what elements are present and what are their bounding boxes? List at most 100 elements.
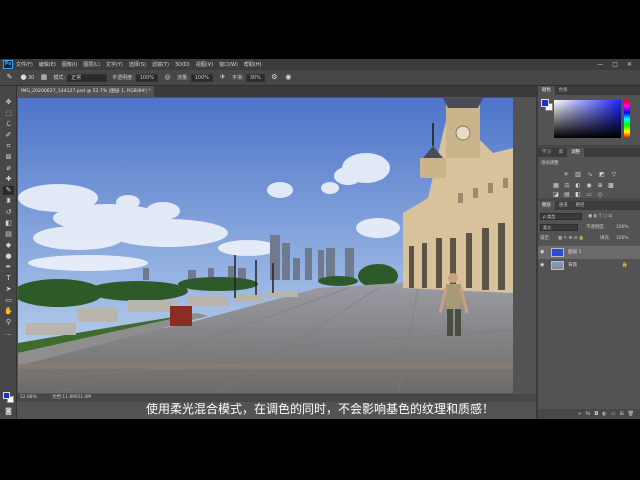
layer-filter-row: ρ 类型 ▣ ◐ T ▢ ⊡ [538, 212, 640, 221]
brightness-icon[interactable]: ☀ [562, 171, 570, 178]
gear-icon[interactable]: ⚙ [270, 73, 279, 82]
right-panels: 颜色 色板 学习 库 调整 添加调整 ☀ ▥ ∿ ◩ ▽ ▦ ⚖ ◐ ◉ ⊕ ▩… [538, 86, 640, 419]
panel-foreground-swatch[interactable] [541, 99, 549, 107]
photo-filter-icon[interactable]: ◉ [585, 182, 593, 189]
flow-group: 流量: 100% [177, 73, 214, 82]
color-lookup-icon[interactable]: ▩ [607, 182, 615, 189]
exposure-icon[interactable]: ◩ [598, 171, 606, 178]
tab-paths[interactable]: 路径 [572, 201, 589, 210]
filter-icons[interactable]: ▣ ◐ T ▢ ⊡ [588, 212, 612, 221]
eraser-tool-icon[interactable]: ◧ [3, 219, 14, 228]
tab-channels[interactable]: 通道 [555, 201, 572, 210]
blend-mode-select[interactable]: 柔光 [540, 224, 578, 231]
tab-adjustments[interactable]: 调整 [567, 148, 584, 157]
visibility-eye-icon[interactable]: ◉ [540, 246, 547, 259]
move-tool-icon[interactable]: ✥ [3, 98, 14, 107]
channel-mixer-icon[interactable]: ⊕ [596, 182, 604, 189]
eyedropper-tool-icon[interactable]: ⌀ [3, 164, 14, 173]
photoshop-logo-icon: Ps [3, 60, 13, 69]
brush-settings-icon[interactable]: ▦ [39, 73, 48, 82]
canvas-area [17, 97, 536, 394]
close-window-button[interactable]: ✕ [627, 61, 632, 68]
document-tab[interactable]: IMG_20200627_144127.psd @ 52.7% (图层 1, R… [17, 86, 154, 97]
tab-libraries[interactable]: 库 [555, 148, 567, 157]
menu-filter[interactable]: 滤镜(T) [152, 61, 169, 68]
brush-size-value: 30 [28, 74, 35, 81]
menu-edit[interactable]: 编辑(E) [39, 61, 56, 68]
posterize-icon[interactable]: ▤ [563, 191, 571, 198]
gradient-map-icon[interactable]: ▭ [585, 191, 593, 198]
levels-icon[interactable]: ▥ [574, 171, 582, 178]
mode-select[interactable]: 正常 [67, 73, 108, 82]
adjustments-panel: 添加调整 ☀ ▥ ∿ ◩ ▽ ▦ ⚖ ◐ ◉ ⊕ ▩ ◪ ▤ ◧ ▭ ◇ [538, 157, 640, 198]
type-tool-icon[interactable]: T [3, 274, 14, 283]
brush-tool-icon[interactable]: ✎ [3, 186, 14, 195]
hand-tool-icon[interactable]: ✋ [3, 307, 14, 316]
layer-row-1[interactable]: ◉ 图层 1 [538, 246, 640, 259]
menu-layer[interactable]: 图层(L) [83, 61, 100, 68]
vibrance-icon[interactable]: ▽ [610, 171, 618, 178]
opacity-field[interactable]: 100% [135, 73, 159, 82]
minimize-button[interactable]: — [597, 61, 603, 68]
menu-type[interactable]: 文字(Y) [106, 61, 123, 68]
lock-fill-row: 锁定: ▦ ✎ ✥ ⊡ 🔒 填充: 100% [538, 234, 640, 243]
smoothing-field[interactable]: 30% [245, 73, 265, 82]
menu-help[interactable]: 帮助(H) [244, 61, 262, 68]
maximize-button[interactable]: □ [612, 61, 618, 68]
menu-3d[interactable]: 3D(D) [175, 62, 190, 68]
path-select-tool-icon[interactable]: ➤ [3, 285, 14, 294]
quick-select-tool-icon[interactable]: ✐ [3, 131, 14, 140]
tab-learn[interactable]: 学习 [538, 148, 555, 157]
visibility-eye-icon[interactable]: ◉ [540, 259, 547, 272]
menu-view[interactable]: 视图(V) [196, 61, 213, 68]
history-brush-tool-icon[interactable]: ↺ [3, 208, 14, 217]
threshold-icon[interactable]: ◧ [574, 191, 582, 198]
kind-filter-select[interactable]: ρ 类型 [540, 213, 582, 220]
clone-stamp-tool-icon[interactable]: ♜ [3, 197, 14, 206]
marquee-tool-icon[interactable]: ⬚ [3, 109, 14, 118]
fill-field[interactable]: 100% [616, 234, 629, 243]
lasso-tool-icon[interactable]: ℒ [3, 120, 14, 129]
dodge-tool-icon[interactable]: ● [3, 252, 14, 261]
selective-color-icon[interactable]: ◇ [596, 191, 604, 198]
zoom-tool-icon[interactable]: ⚲ [3, 318, 14, 327]
pen-tool-icon[interactable]: ✒ [3, 263, 14, 272]
tab-color[interactable]: 颜色 [538, 86, 555, 95]
layer-name: 背景 [568, 263, 578, 268]
tab-layers[interactable]: 图层 [538, 201, 555, 210]
fill-label: 填充: [600, 236, 611, 241]
healing-brush-tool-icon[interactable]: ✚ [3, 175, 14, 184]
color-panel-tabs: 颜色 色板 [538, 86, 640, 95]
pressure-size-icon[interactable]: ◉ [284, 73, 293, 82]
brush-preset-picker[interactable]: ● 30 [19, 73, 34, 82]
hue-saturation-icon[interactable]: ▦ [552, 182, 560, 189]
crop-tool-icon[interactable]: ⌗ [3, 142, 14, 151]
menu-bar: Ps 文件(F) 编辑(E) 图像(I) 图层(L) 文字(Y) 选择(S) 滤… [0, 59, 640, 70]
menu-select[interactable]: 选择(S) [129, 61, 146, 68]
gradient-tool-icon[interactable]: ▤ [3, 230, 14, 239]
airbrush-icon[interactable]: ✈ [218, 73, 227, 82]
color-field[interactable] [554, 100, 621, 138]
hue-slider[interactable] [624, 100, 630, 138]
blend-opacity-row: 柔光 不透明度: 100% [538, 223, 640, 232]
blur-tool-icon[interactable]: ◆ [3, 241, 14, 250]
menu-window[interactable]: 窗口(W) [219, 61, 238, 68]
foreground-color-swatch[interactable] [3, 392, 10, 399]
more-tools-icon[interactable]: … [3, 329, 14, 338]
layer-row-background[interactable]: ◉ 背景 🔒 [538, 259, 640, 272]
pressure-opacity-icon[interactable]: ◎ [163, 73, 172, 82]
menu-file[interactable]: 文件(F) [16, 61, 33, 68]
shape-tool-icon[interactable]: ▭ [3, 296, 14, 305]
color-balance-icon[interactable]: ⚖ [563, 182, 571, 189]
flow-field[interactable]: 100% [190, 73, 214, 82]
brush-tool-icon[interactable]: ✎ [5, 73, 14, 82]
lock-icons[interactable]: ▦ ✎ ✥ ⊡ 🔒 [558, 234, 584, 243]
curves-icon[interactable]: ∿ [586, 171, 594, 178]
frame-tool-icon[interactable]: ⊠ [3, 153, 14, 162]
invert-icon[interactable]: ◪ [552, 191, 560, 198]
tab-swatches[interactable]: 色板 [555, 86, 572, 95]
menu-image[interactable]: 图像(I) [62, 61, 77, 68]
black-white-icon[interactable]: ◐ [574, 182, 582, 189]
document-canvas[interactable] [18, 98, 513, 393]
layer-opacity-field[interactable]: 100% [616, 223, 629, 232]
